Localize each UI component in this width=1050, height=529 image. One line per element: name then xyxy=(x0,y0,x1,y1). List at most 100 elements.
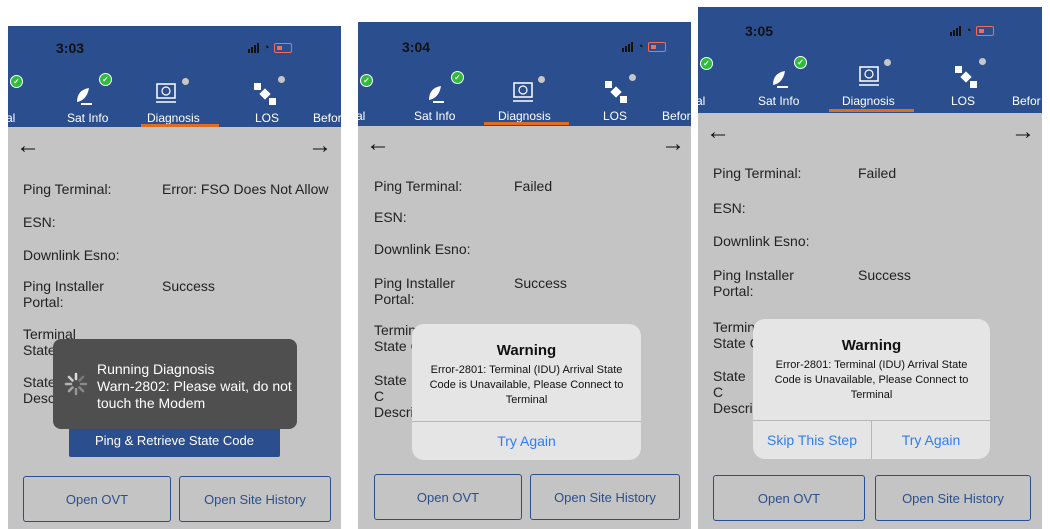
row-label-ping-installer: Ping Installer Portal: xyxy=(23,278,104,310)
row-value-ping-terminal: Failed xyxy=(514,178,553,194)
back-arrow-icon[interactable]: ← xyxy=(16,132,40,160)
satellite-los-icon xyxy=(254,83,276,105)
check-badge-icon: ✓ xyxy=(10,75,23,88)
row-value-ping-installer: Success xyxy=(858,267,911,283)
alert-button-row: Try Again xyxy=(412,421,641,460)
tab-sat-info[interactable]: Sat Info xyxy=(414,109,455,123)
running-diagnosis-toast: Running Diagnosis Warn-2802: Please wait… xyxy=(53,339,297,429)
diagnosis-monitor-icon xyxy=(859,66,879,86)
row-label-esn: ESN: xyxy=(713,200,746,216)
wifi-icon: ◔ xyxy=(965,25,972,37)
back-arrow-icon[interactable]: ← xyxy=(706,118,730,146)
row-value-ping-installer: Success xyxy=(162,278,215,294)
signal-icon xyxy=(950,26,961,36)
status-dot-icon xyxy=(629,74,636,81)
tab-los[interactable]: LOS xyxy=(603,109,627,123)
app-header: 3:05 ◔ ✓ ✓ al Sat Info Diagnosis LOS Bef… xyxy=(698,7,1042,113)
battery-icon xyxy=(647,42,666,52)
row-label-esn: ESN: xyxy=(374,209,407,225)
battery-icon xyxy=(975,26,994,36)
tab-diagnosis[interactable]: Diagnosis xyxy=(498,109,551,123)
check-badge-icon: ✓ xyxy=(99,73,112,86)
open-ovt-button[interactable]: Open OVT xyxy=(374,474,522,520)
row-label-ping-terminal: Ping Terminal: xyxy=(713,165,802,181)
row-label-ping-terminal: Ping Terminal: xyxy=(374,178,463,194)
open-site-history-button[interactable]: Open Site History xyxy=(530,474,680,520)
phone-screen-1: 3:03 ◔ ✓ ✓ al Sat Info Diagnosis LOS Bef… xyxy=(8,26,341,529)
diagnosis-monitor-icon xyxy=(156,83,176,103)
tab-diagnosis[interactable]: Diagnosis xyxy=(842,94,895,108)
tab-before-cut-right[interactable]: Befor xyxy=(1012,94,1041,108)
alert-title: Warning xyxy=(496,342,557,359)
back-arrow-icon[interactable]: ← xyxy=(366,130,390,158)
forward-arrow-icon[interactable]: → xyxy=(308,132,332,160)
satellite-dish-icon xyxy=(77,88,92,105)
alert-title: Warning xyxy=(841,337,902,354)
tab-diagnosis[interactable]: Diagnosis xyxy=(147,111,200,125)
satellite-dish-icon xyxy=(773,71,788,88)
satellite-dish-icon xyxy=(429,86,444,103)
phone-screen-3: 3:05 ◔ ✓ ✓ al Sat Info Diagnosis LOS Bef… xyxy=(698,7,1042,529)
try-again-button[interactable]: Try Again xyxy=(412,422,641,460)
signal-icon xyxy=(248,43,259,53)
status-dot-icon xyxy=(278,76,285,83)
signal-icon xyxy=(622,42,633,52)
satellite-los-icon xyxy=(605,81,627,103)
toast-title: Running Diagnosis xyxy=(97,361,215,377)
skip-this-step-button[interactable]: Skip This Step xyxy=(753,421,871,459)
status-dot-icon xyxy=(538,76,545,83)
row-label-state-desc: State C Descri xyxy=(713,368,753,416)
check-badge-icon: ✓ xyxy=(360,74,373,87)
row-label-esn: ESN: xyxy=(23,214,56,230)
open-ovt-button[interactable]: Open OVT xyxy=(23,476,171,522)
try-again-button[interactable]: Try Again xyxy=(871,421,990,459)
status-dot-icon xyxy=(884,59,891,66)
tab-before-cut[interactable]: al xyxy=(8,111,15,125)
status-time: 3:03 xyxy=(56,40,85,56)
phone-screen-2: 3:04 ◔ ✓ ✓ al Sat Info Diagnosis LOS Bef… xyxy=(358,22,691,529)
row-label-state-desc: State C Descri xyxy=(374,372,414,420)
status-dot-icon xyxy=(182,78,189,85)
wifi-icon: ◔ xyxy=(263,42,270,54)
check-badge-icon: ✓ xyxy=(794,56,807,69)
open-ovt-button[interactable]: Open OVT xyxy=(713,475,865,521)
check-badge-icon: ✓ xyxy=(451,71,464,84)
tab-before-cut-right[interactable]: Befor xyxy=(662,109,691,123)
battery-icon xyxy=(273,43,292,53)
status-icons: ◔ xyxy=(950,25,994,37)
tab-active-indicator xyxy=(484,122,569,125)
tab-before-cut[interactable]: al xyxy=(698,94,705,108)
tab-before-cut[interactable]: al xyxy=(358,109,365,123)
row-value-ping-terminal: Error: FSO Does Not Allow xyxy=(162,181,329,197)
row-value-ping-installer: Success xyxy=(514,275,567,291)
row-value-ping-terminal: Failed xyxy=(858,165,897,181)
spinner-icon xyxy=(64,372,88,396)
status-time: 3:05 xyxy=(745,23,774,39)
tab-los[interactable]: LOS xyxy=(255,111,279,125)
warning-alert-dialog: Warning Error-2801: Terminal (IDU) Arriv… xyxy=(753,319,990,459)
row-label-ping-installer: Ping Installer Portal: xyxy=(374,275,455,307)
tab-before-cut-right[interactable]: Befor xyxy=(313,111,341,125)
alert-message: Error-2801: Terminal (IDU) Arrival State… xyxy=(429,364,624,406)
row-label-downlink-esno: Downlink Esno: xyxy=(23,247,120,263)
open-site-history-button[interactable]: Open Site History xyxy=(875,475,1031,521)
row-label-downlink-esno: Downlink Esno: xyxy=(713,233,810,249)
forward-arrow-icon[interactable]: → xyxy=(1011,118,1035,146)
tab-sat-info[interactable]: Sat Info xyxy=(758,94,799,108)
tab-sat-info[interactable]: Sat Info xyxy=(67,111,108,125)
app-header: 3:03 ◔ ✓ ✓ al Sat Info Diagnosis LOS Bef… xyxy=(8,26,341,127)
check-badge-icon: ✓ xyxy=(700,57,713,70)
wifi-icon: ◔ xyxy=(637,41,644,53)
open-site-history-button[interactable]: Open Site History xyxy=(179,476,331,522)
app-header: 3:04 ◔ ✓ ✓ al Sat Info Diagnosis LOS Bef… xyxy=(358,22,691,126)
tab-los[interactable]: LOS xyxy=(951,94,975,108)
satellite-los-icon xyxy=(955,66,977,88)
alert-message: Error-2801: Terminal (IDU) Arrival State… xyxy=(774,359,969,401)
forward-arrow-icon[interactable]: → xyxy=(661,130,685,158)
row-label-downlink-esno: Downlink Esno: xyxy=(374,241,471,257)
toast-message: Warn-2802: Please wait, do not touch the… xyxy=(97,378,292,411)
status-time: 3:04 xyxy=(402,39,431,55)
warning-alert-dialog: Warning Error-2801: Terminal (IDU) Arriv… xyxy=(412,324,641,460)
tab-active-indicator xyxy=(829,109,914,112)
status-dot-icon xyxy=(979,58,986,65)
